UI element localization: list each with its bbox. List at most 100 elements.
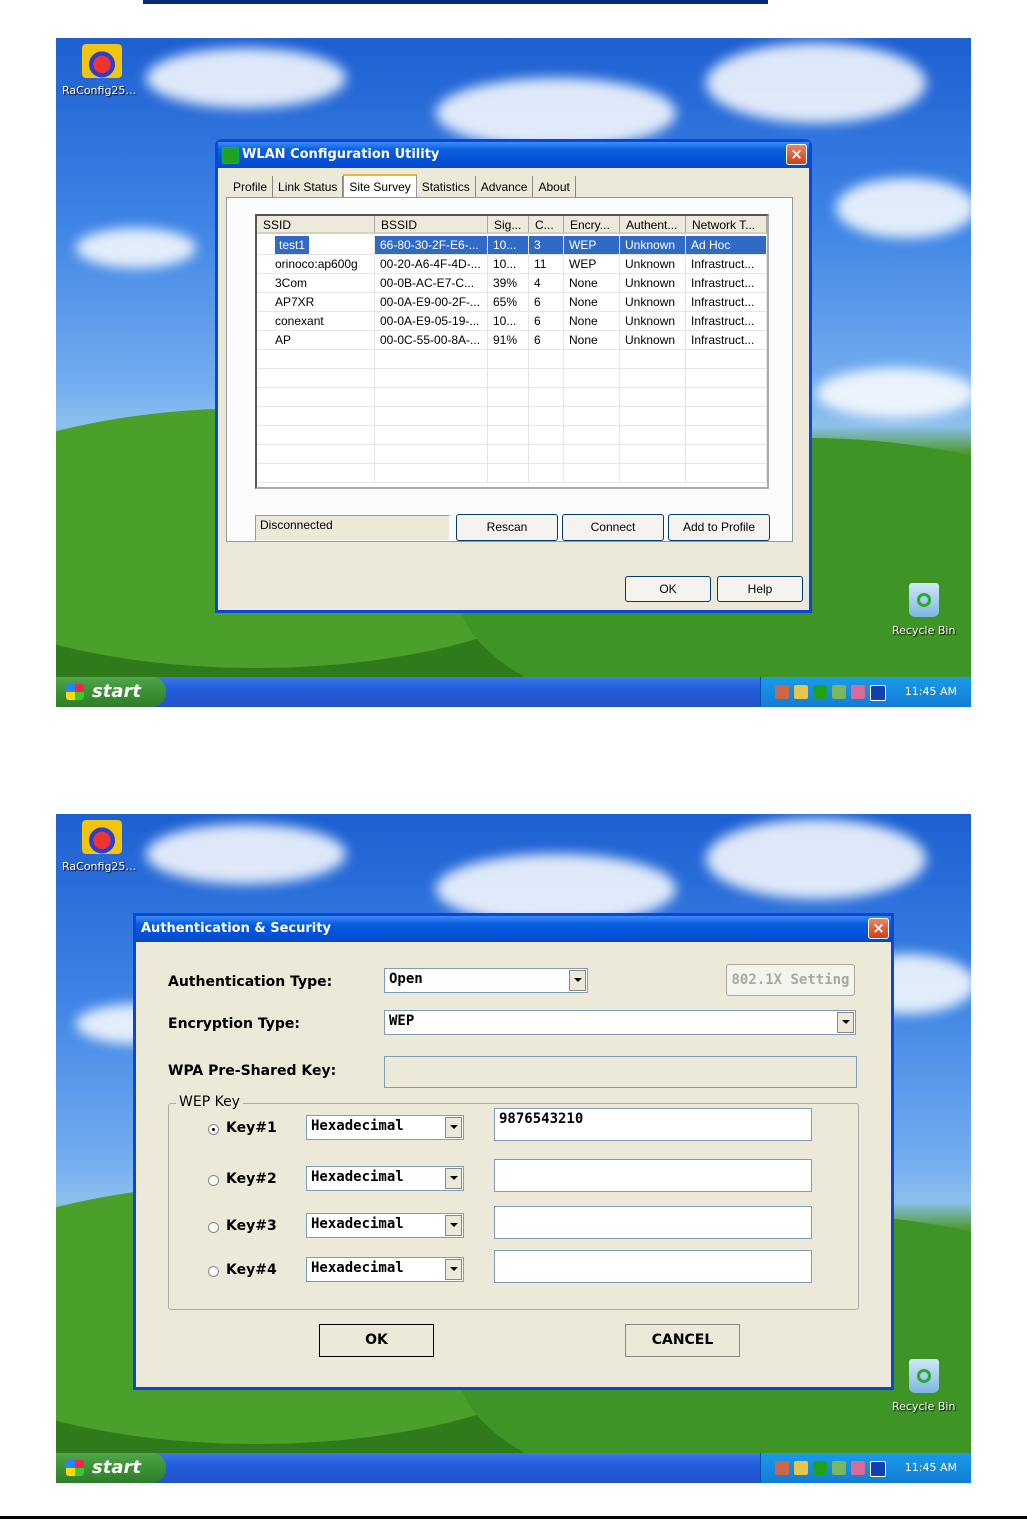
key2-format-select[interactable]: Hexadecimal <box>306 1166 464 1191</box>
auth-type-select[interactable]: Open <box>384 968 588 993</box>
tray-display-icon[interactable] <box>851 1461 865 1475</box>
cancel-button[interactable]: CANCEL <box>625 1324 740 1357</box>
table-cell <box>620 445 686 464</box>
key4-format-select[interactable]: Hexadecimal <box>306 1257 464 1282</box>
tab-link-status[interactable]: Link Status <box>273 176 344 198</box>
network-icon[interactable] <box>775 1461 789 1475</box>
table-cell: 65% <box>488 293 529 312</box>
table-cell <box>620 350 686 369</box>
key1-value-field[interactable]: 9876543210 <box>494 1108 812 1141</box>
ok-button[interactable]: OK <box>319 1324 434 1357</box>
recycle-bin-icon[interactable] <box>909 1359 939 1393</box>
network-icon[interactable] <box>775 685 789 699</box>
table-cell <box>488 407 529 426</box>
connect-button[interactable]: Connect <box>562 514 664 541</box>
table-row[interactable]: conexant 00-0A-E9-05-19-... 10... 6 None Unkn… <box>257 312 767 331</box>
close-icon[interactable]: × <box>868 918 889 939</box>
wlan-tray-icon[interactable] <box>813 685 827 699</box>
table-cell: Unknown <box>620 331 686 350</box>
wlan-app-icon <box>222 147 239 164</box>
col-signal[interactable]: Sig... <box>488 216 529 234</box>
cell-text: 6 <box>534 314 541 328</box>
raconfig-icon-label: RaConfig25… <box>62 84 137 97</box>
cell-text: Unknown <box>625 333 676 347</box>
col-network-type[interactable]: Network T... <box>686 216 767 234</box>
add-to-profile-button[interactable]: Add to Profile <box>668 514 770 541</box>
auth-dialog: Authentication & Security × Authenticati… <box>133 913 894 1390</box>
table-cell <box>375 445 488 464</box>
tray-app-icon[interactable] <box>794 685 808 699</box>
cell-text: WEP <box>569 257 597 271</box>
key1-radio[interactable] <box>208 1124 219 1135</box>
cell-text: 00-0A-E9-05-19-... <box>380 314 480 328</box>
key3-value-field[interactable] <box>494 1206 812 1239</box>
tray-display-icon[interactable] <box>851 685 865 699</box>
key2-format-value: Hexadecimal <box>311 1169 404 1185</box>
col-ssid[interactable]: SSID <box>257 216 375 234</box>
table-cell <box>257 369 375 388</box>
wlan-titlebar[interactable]: WLAN Configuration Utility × <box>218 142 809 168</box>
tab-about[interactable]: About <box>533 176 576 198</box>
table-cell: Unknown <box>620 312 686 331</box>
tab-statistics[interactable]: Statistics <box>417 176 476 198</box>
col-bssid[interactable]: BSSID <box>375 216 488 234</box>
col-encryption[interactable]: Encry... <box>564 216 620 234</box>
key1-format-select[interactable]: Hexadecimal <box>306 1115 464 1140</box>
chevron-down-icon[interactable] <box>445 1215 462 1236</box>
key3-radio[interactable] <box>208 1222 219 1233</box>
raconfig-icon[interactable] <box>82 44 122 78</box>
chevron-down-icon[interactable] <box>445 1259 462 1280</box>
chevron-down-icon[interactable] <box>445 1168 462 1189</box>
start-button[interactable]: start <box>56 677 166 707</box>
cell-text: 65% <box>493 295 518 309</box>
raconfig-icon[interactable] <box>82 820 122 854</box>
table-row[interactable]: orinoco:ap600g 00-20-A6-4F-4D-... 10... 11 W… <box>257 255 767 274</box>
wlan-tray-icon[interactable] <box>813 1461 827 1475</box>
table-row[interactable]: 3Com 00-0B-AC-E7-C... 39% 4 None Unknown Infra… <box>257 274 767 293</box>
auth-titlebar[interactable]: Authentication & Security × <box>136 916 891 942</box>
chevron-down-icon[interactable] <box>569 970 586 991</box>
chevron-down-icon[interactable] <box>445 1117 462 1138</box>
table-cell: Infrastruct... <box>686 255 767 274</box>
cell-text: 00-20-A6-4F-4D-... <box>380 257 481 271</box>
col-authentication[interactable]: Authent... <box>620 216 686 234</box>
table-row[interactable]: test1 66-80-30-2F-E6-... 10... 3 WEP Unknown A… <box>257 236 767 255</box>
auth-type-label: Authentication Type: <box>168 974 333 990</box>
cell-text: 4 <box>534 276 541 290</box>
key2-value-field[interactable] <box>494 1159 812 1192</box>
tab-advance[interactable]: Advance <box>476 176 534 198</box>
table-row[interactable]: AP 00-0C-55-00-8A-... 91% 6 None Unknown Infra… <box>257 331 767 350</box>
tray-utility-icon[interactable] <box>832 1461 846 1475</box>
tray-media-icon[interactable] <box>870 1461 886 1477</box>
tab-site-survey[interactable]: Site Survey <box>343 174 417 199</box>
site-survey-list[interactable]: SSID BSSID Sig... C... Encry... Authent.… <box>255 214 769 489</box>
cell-text: Unknown <box>625 295 676 309</box>
key4-label: Key#4 <box>226 1262 277 1278</box>
ok-button[interactable]: OK <box>625 576 711 602</box>
table-cell <box>529 369 564 388</box>
table-cell <box>564 464 620 483</box>
encryption-type-select[interactable]: WEP <box>384 1010 856 1035</box>
start-button[interactable]: start <box>56 1453 166 1483</box>
close-icon[interactable]: × <box>786 144 807 165</box>
tray-utility-icon[interactable] <box>832 685 846 699</box>
table-cell <box>375 407 488 426</box>
table-cell: 00-20-A6-4F-4D-... <box>375 255 488 274</box>
tray-media-icon[interactable] <box>870 685 886 701</box>
table-cell <box>686 350 767 369</box>
cell-text: 11 <box>534 257 547 271</box>
help-button[interactable]: Help <box>717 576 803 602</box>
chevron-down-icon[interactable] <box>837 1012 854 1033</box>
key2-radio[interactable] <box>208 1175 219 1186</box>
key3-format-select[interactable]: Hexadecimal <box>306 1213 464 1238</box>
col-channel[interactable]: C... <box>529 216 564 234</box>
key4-value-field[interactable] <box>494 1250 812 1283</box>
table-cell: 11 <box>529 255 564 274</box>
tray-app-icon[interactable] <box>794 1461 808 1475</box>
rescan-button[interactable]: Rescan <box>456 514 558 541</box>
tab-profile[interactable]: Profile <box>228 176 274 198</box>
key4-radio[interactable] <box>208 1266 219 1277</box>
table-cell: 91% <box>488 331 529 350</box>
recycle-bin-icon[interactable] <box>909 583 939 617</box>
table-row[interactable]: AP7XR 00-0A-E9-00-2F-... 65% 6 None Unknown In… <box>257 293 767 312</box>
